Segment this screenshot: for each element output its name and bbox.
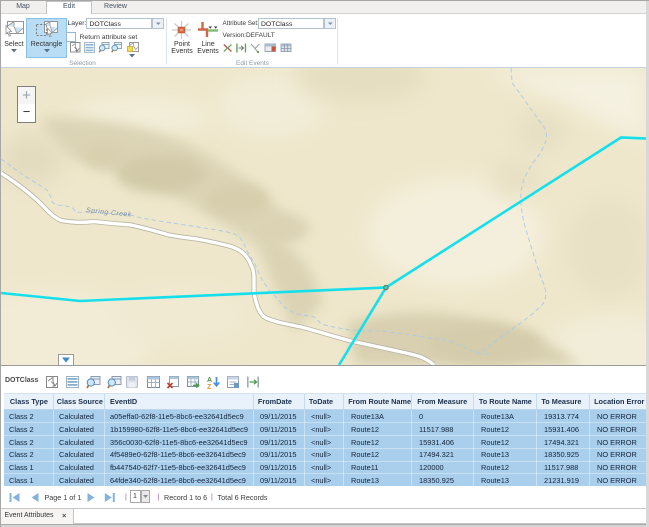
svg-text:A: A [207, 377, 212, 384]
svg-text:Z: Z [207, 384, 212, 389]
